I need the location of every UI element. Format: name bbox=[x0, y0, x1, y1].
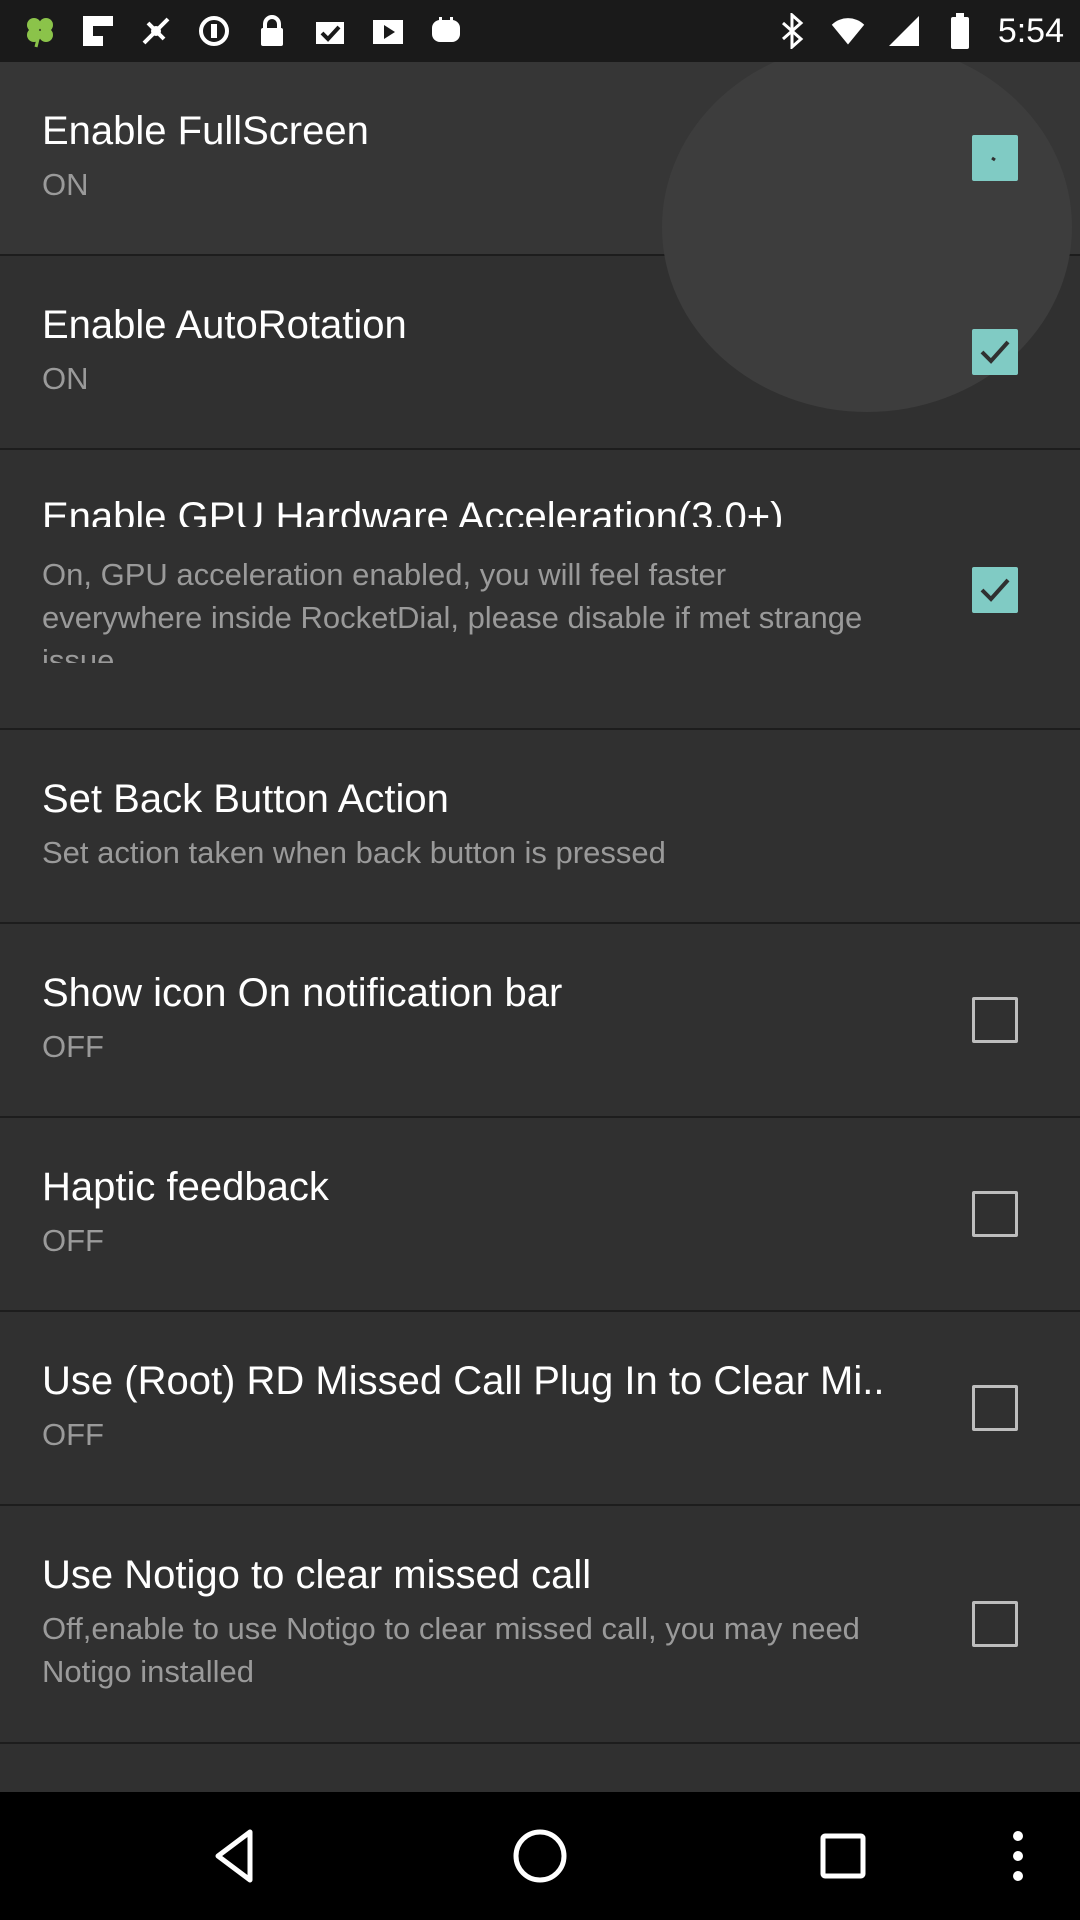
setting-summary: ON bbox=[42, 361, 89, 396]
setting-notigo-missed-call[interactable]: Use Notigo to clear missed call Off,enab… bbox=[0, 1506, 1080, 1744]
setting-summary: OFF bbox=[42, 1223, 104, 1258]
status-bar: 5:54 bbox=[0, 0, 1080, 62]
clock: 5:54 bbox=[997, 11, 1064, 50]
wifi-icon bbox=[830, 13, 866, 49]
setting-summary: On, GPU acceleration enabled, you will f… bbox=[42, 557, 863, 663]
setting-title: Haptic feedback bbox=[42, 1165, 329, 1209]
notification-icon-checkbox[interactable] bbox=[972, 997, 1018, 1043]
root-missed-call-checkbox[interactable] bbox=[972, 1385, 1018, 1431]
haptic-feedback-checkbox[interactable] bbox=[972, 1191, 1018, 1237]
autorotation-checkbox[interactable] bbox=[972, 329, 1018, 375]
notigo-checkbox[interactable] bbox=[972, 1601, 1018, 1647]
signal-icon bbox=[886, 13, 922, 49]
setting-summary: OFF bbox=[42, 1029, 104, 1064]
fullscreen-checkbox[interactable] bbox=[972, 135, 1018, 181]
settings-list[interactable]: Enable FullScreen ON Enable AutoRotation… bbox=[0, 62, 1080, 1792]
setting-notification-icon[interactable]: Show icon On notification bar OFF bbox=[0, 924, 1080, 1118]
setting-title: Enable AutoRotation bbox=[42, 303, 407, 347]
setting-title: Set Back Button Action bbox=[42, 777, 449, 821]
gpu-acceleration-checkbox[interactable] bbox=[972, 567, 1018, 613]
checkbox-icon bbox=[312, 13, 348, 49]
clover-icon bbox=[22, 13, 58, 49]
setting-enable-fullscreen[interactable]: Enable FullScreen ON bbox=[0, 62, 1080, 412]
setting-summary: OFF bbox=[42, 1417, 104, 1452]
checkmark-icon bbox=[980, 340, 1010, 364]
flipboard-icon bbox=[80, 13, 116, 49]
notification-icons bbox=[22, 13, 464, 49]
home-icon bbox=[513, 1829, 567, 1883]
battery-icon bbox=[942, 13, 978, 49]
recents-button[interactable] bbox=[803, 1816, 883, 1896]
setting-title: Use (Root) RD Missed Call Plug In to Cle… bbox=[42, 1359, 885, 1403]
setting-enable-autorotation[interactable]: Enable AutoRotation ON bbox=[0, 256, 1080, 450]
setting-root-missed-call-plugin[interactable]: Use (Root) RD Missed Call Plug In to Cle… bbox=[0, 1312, 1080, 1506]
setting-summary: Set action taken when back button is pre… bbox=[42, 835, 666, 870]
lock-icon bbox=[254, 13, 290, 49]
checkmark-icon bbox=[980, 578, 1010, 602]
fake-gps-icon bbox=[138, 13, 174, 49]
recents-icon bbox=[820, 1833, 866, 1879]
overflow-menu-button[interactable] bbox=[988, 1816, 1048, 1896]
data-saver-icon bbox=[196, 13, 232, 49]
back-button[interactable] bbox=[196, 1816, 276, 1896]
setting-summary: Off,enable to use Notigo to clear missed… bbox=[42, 1611, 860, 1689]
bluetooth-icon bbox=[774, 13, 810, 49]
setting-title: Enable FullScreen bbox=[42, 109, 369, 153]
game-controller-icon bbox=[428, 13, 464, 49]
system-status-icons: 5:54 bbox=[774, 12, 1064, 51]
setting-haptic-feedback[interactable]: Haptic feedback OFF bbox=[0, 1118, 1080, 1312]
setting-title: Show icon On notification bar bbox=[42, 971, 563, 1015]
setting-title: Use Notigo to clear missed call bbox=[42, 1553, 592, 1597]
setting-gpu-acceleration[interactable]: Enable GPU Hardware Acceleration(3.0+) O… bbox=[0, 450, 1080, 730]
home-button[interactable] bbox=[500, 1816, 580, 1896]
setting-back-button-action[interactable]: Set Back Button Action Set action taken … bbox=[0, 730, 1080, 924]
play-store-icon bbox=[370, 13, 406, 49]
navigation-bar bbox=[0, 1792, 1080, 1920]
setting-summary: ON bbox=[42, 167, 89, 202]
back-icon bbox=[215, 1829, 253, 1883]
setting-title: Enable GPU Hardware Acceleration(3.0+) bbox=[42, 495, 784, 527]
overflow-menu-icon bbox=[1013, 1831, 1023, 1881]
